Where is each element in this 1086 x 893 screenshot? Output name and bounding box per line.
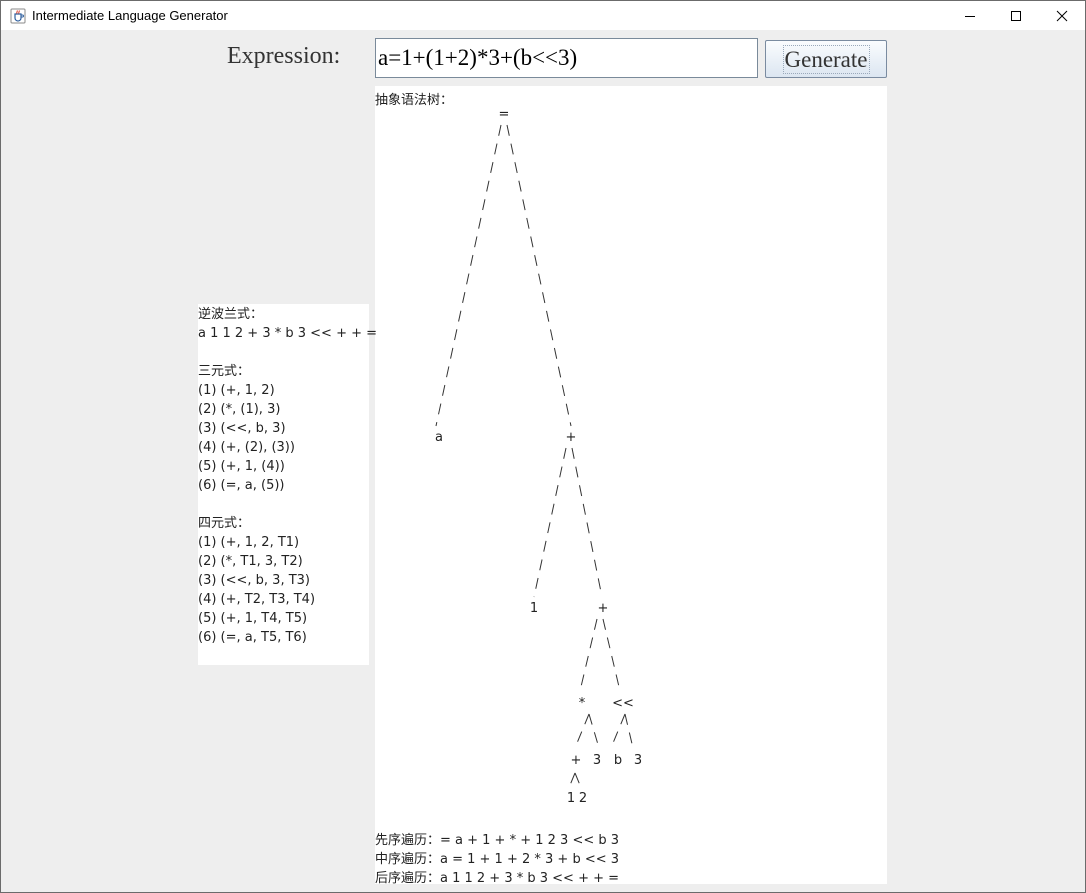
edge-plus-mul — [579, 618, 598, 692]
preorder-traversal: 先序遍历：= a + 1 + * + 1 2 3 << b 3 — [375, 833, 620, 848]
edge-shl-b — [610, 713, 626, 749]
quad-item: (3) (<<, b, 3, T3) — [198, 573, 311, 588]
tree-node: a — [435, 430, 443, 445]
rpn-value: a 1 1 2 + 3 * b 3 << + + = — [198, 326, 378, 341]
quad-item: (4) (+, T2, T3, T4) — [198, 592, 316, 607]
tree-node: << — [612, 696, 634, 711]
maximize-icon — [1011, 10, 1021, 21]
tree-node: + — [565, 430, 577, 445]
tree-node: b — [613, 753, 623, 768]
generate-button[interactable]: Generate — [765, 40, 887, 78]
tree-node: 3 — [633, 753, 643, 768]
quad-item: (5) (+, 1, T4, T5) — [198, 611, 308, 626]
window-title: Intermediate Language Generator — [32, 8, 228, 23]
inorder-traversal: 中序遍历：a = 1 + 1 + 2 * 3 + b << 3 — [375, 852, 620, 867]
triple-item: (6) (=, a, (5)) — [198, 478, 285, 493]
tree-node: + — [570, 753, 582, 768]
results-panel: 逆波兰式： a 1 1 2 + 3 * b 3 << + + = 三元式： (1… — [198, 304, 377, 665]
minimize-button[interactable] — [947, 1, 993, 30]
quad-item: (2) (*, T1, 3, T2) — [198, 554, 303, 569]
triple-item: (3) (<<, b, 3) — [198, 421, 286, 436]
rpn-title: 逆波兰式： — [198, 307, 264, 322]
syntax-tree-edges — [435, 124, 634, 791]
tree-node: 1 — [529, 601, 539, 616]
tree-node: = — [498, 107, 510, 122]
tree-node: 3 — [592, 753, 602, 768]
generate-button-label: Generate — [782, 44, 870, 74]
tree-node: * — [578, 696, 586, 711]
quad-item: (6) (=, a, T5, T6) — [198, 630, 307, 645]
maximize-button[interactable] — [993, 1, 1039, 30]
edge-plus-1b — [567, 772, 576, 791]
edge-eq-a — [435, 124, 502, 427]
minimize-icon — [965, 15, 975, 17]
triple-item: (5) (+, 1, (4)) — [198, 459, 285, 474]
tree-node: + — [597, 601, 609, 616]
syntax-tree-panel: 抽象语法树： = a + 1 + * << + 3 b 3 1 2 先序遍历：=… — [375, 86, 887, 886]
postorder-traversal: 后序遍历：a 1 1 2 + 3 * b 3 << + + = — [375, 871, 620, 886]
close-icon — [1056, 10, 1068, 21]
tree-node: 1 — [566, 791, 576, 806]
quad-item: (1) (+, 1, 2, T1) — [198, 535, 300, 550]
expression-label: Expression: — [227, 43, 341, 69]
edge-plus-2 — [574, 772, 583, 791]
quads-title: 四元式： — [198, 516, 251, 531]
title-bar[interactable]: Intermediate Language Generator — [1, 1, 1085, 30]
tree-node: 2 — [578, 791, 588, 806]
expression-input[interactable] — [375, 38, 758, 78]
triple-item: (4) (+, (2), (3)) — [198, 440, 295, 455]
edge-plus-1 — [533, 447, 567, 598]
triples-title: 三元式： — [198, 364, 251, 379]
triple-item: (2) (*, (1), 3) — [198, 402, 281, 417]
edge-eq-plus — [506, 124, 572, 427]
close-button[interactable] — [1039, 1, 1085, 30]
edge-mul-plus — [574, 713, 590, 749]
edge-shl-3 — [624, 713, 634, 749]
triple-item: (1) (+, 1, 2) — [198, 383, 275, 398]
java-cup-icon — [10, 8, 26, 23]
edge-plus-shl — [602, 618, 621, 692]
edge-plus-plus — [571, 447, 603, 598]
edge-mul-3 — [588, 713, 600, 749]
